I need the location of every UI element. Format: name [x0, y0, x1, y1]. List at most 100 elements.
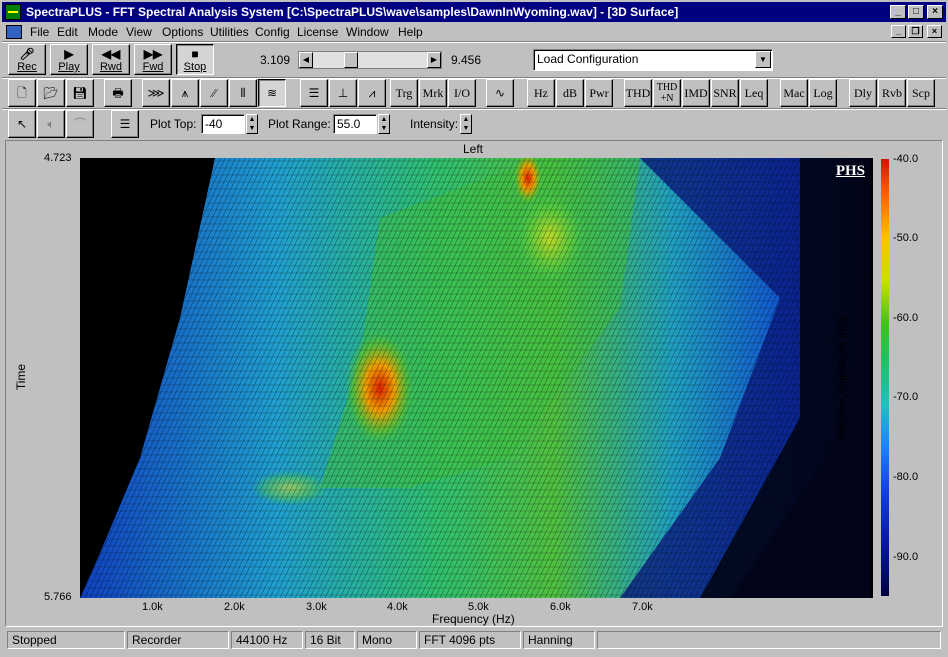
stepper-up-icon[interactable]: ▲: [461, 115, 471, 124]
scroll-right-arrow-icon[interactable]: ▶: [427, 52, 441, 68]
power-button[interactable]: Pwr: [585, 79, 613, 107]
scroll-left-arrow-icon[interactable]: ◀: [299, 52, 313, 68]
save-button[interactable]: 💾︎: [66, 79, 94, 107]
plot-top-stepper[interactable]: ▲ ▼: [246, 114, 258, 134]
menu-options[interactable]: Options: [162, 25, 203, 39]
snr-button[interactable]: SNR: [711, 79, 739, 107]
delay-button[interactable]: Dly: [849, 79, 877, 107]
close-button[interactable]: ×: [927, 5, 943, 19]
menu-config[interactable]: Config: [255, 25, 290, 39]
chevron-down-icon[interactable]: ▼: [755, 51, 771, 68]
time-scrollbar[interactable]: ◀ ▶: [298, 51, 442, 69]
envelope-button[interactable]: ⌒: [66, 110, 94, 138]
stepper-down-icon[interactable]: ▼: [247, 124, 257, 133]
save-disk-icon: 💾︎: [72, 86, 88, 100]
cursor-arrow-icon: ↖: [16, 117, 28, 131]
waveform-icon: ∕∕: [211, 86, 216, 100]
colorbar-tick: -50.0: [893, 232, 919, 244]
scope-button[interactable]: Scp: [907, 79, 935, 107]
forward-button[interactable]: ▶▶ Fwd: [134, 44, 172, 75]
transport-bar: 🎤︎ Rec ▶ Play ◀◀ Rwd ▶▶ Fwd ■ Stop 3.109…: [8, 44, 938, 76]
scale-button[interactable]: ⊥: [329, 79, 357, 107]
axis-scale-icon: ⊥: [337, 86, 349, 100]
menu-window[interactable]: Window: [346, 25, 389, 39]
leq-button[interactable]: Leq: [740, 79, 768, 107]
hz-button[interactable]: Hz: [527, 79, 555, 107]
menu-edit[interactable]: Edit: [57, 25, 78, 39]
stepper-down-icon[interactable]: ▼: [461, 124, 471, 133]
settings-button[interactable]: ☰: [300, 79, 328, 107]
spectrum-button[interactable]: ⩚: [171, 79, 199, 107]
config-dropdown[interactable]: Load Configuration ▼: [533, 49, 773, 71]
y-bottom-label: 5.766: [44, 591, 72, 603]
menu-help[interactable]: Help: [398, 25, 423, 39]
y-axis-label: Time: [14, 363, 28, 391]
plot-properties-button[interactable]: ☰: [111, 110, 139, 138]
reverb-button[interactable]: Rvb: [878, 79, 906, 107]
stepper-up-icon[interactable]: ▲: [379, 115, 389, 124]
pointer-button[interactable]: ↖: [8, 110, 36, 138]
3d-surface-button[interactable]: ≋: [258, 79, 286, 107]
macro-button[interactable]: Mac: [780, 79, 808, 107]
spectrogram-button[interactable]: ⦀: [229, 79, 257, 107]
colorbar-tick: -60.0: [893, 312, 919, 324]
x-tick: 2.0k: [224, 601, 245, 613]
menu-file[interactable]: File: [30, 25, 49, 39]
properties-list-icon: ☰: [119, 117, 131, 131]
stop-button[interactable]: ■ Stop: [176, 44, 214, 75]
document-icon[interactable]: [6, 25, 22, 39]
plot-range-input[interactable]: 55.0: [333, 114, 377, 134]
plot-top-label: Plot Top:: [150, 117, 197, 131]
menu-license[interactable]: License: [297, 25, 338, 39]
print-button[interactable]: 🖶︎: [104, 79, 132, 107]
menu-view[interactable]: View: [126, 25, 152, 39]
thd-button[interactable]: THD: [624, 79, 652, 107]
menu-mode[interactable]: Mode: [88, 25, 118, 39]
menu-bar: File Edit Mode View Options Utilities Co…: [2, 22, 946, 42]
intensity-label: Intensity:: [410, 117, 459, 131]
open-file-button[interactable]: 📂︎: [37, 79, 65, 107]
status-fft-size: FFT 4096 pts: [419, 631, 521, 649]
menu-utilities[interactable]: Utilities: [210, 25, 249, 39]
waveform-button[interactable]: ∕∕: [200, 79, 228, 107]
intensity-stepper[interactable]: ▲ ▼: [460, 114, 472, 134]
scroll-thumb[interactable]: [344, 52, 358, 68]
mdi-restore-button[interactable]: ❐: [908, 25, 923, 38]
time-start-label: 3.109: [260, 53, 291, 67]
microphone-icon: 🎤︎: [19, 47, 35, 61]
speaker-button[interactable]: 🔈︎: [37, 110, 65, 138]
marker-button[interactable]: Mrk: [419, 79, 447, 107]
surface-plot[interactable]: PHS: [80, 158, 873, 598]
play-button[interactable]: ▶ Play: [50, 44, 88, 75]
status-bit-depth: 16 Bit: [305, 631, 355, 649]
app-window: SpectraPLUS - FFT Spectral Analysis Syst…: [0, 0, 948, 657]
db-button[interactable]: dB: [556, 79, 584, 107]
rec-button[interactable]: 🎤︎ Rec: [8, 44, 46, 75]
app-icon[interactable]: [5, 4, 21, 20]
rewind-button[interactable]: ◀◀ Rwd: [92, 44, 130, 75]
mdi-close-button[interactable]: ×: [927, 25, 942, 38]
imd-button[interactable]: IMD: [682, 79, 710, 107]
stepper-up-icon[interactable]: ▲: [247, 115, 257, 124]
plot-top-input[interactable]: -40: [201, 114, 245, 134]
generator-button[interactable]: ∿: [486, 79, 514, 107]
colorbar-tick: -40.0: [893, 153, 919, 165]
trigger-button[interactable]: Trg: [390, 79, 418, 107]
thd-n-button[interactable]: THD +N: [653, 79, 681, 107]
minimize-button[interactable]: _: [890, 5, 906, 19]
io-button[interactable]: I/O: [448, 79, 476, 107]
stepper-down-icon[interactable]: ▼: [379, 124, 389, 133]
peak-button[interactable]: ⩘: [358, 79, 386, 107]
colorbar-tick: -80.0: [893, 471, 919, 483]
colorbar-tick: -90.0: [893, 551, 919, 563]
list-settings-icon: ☰: [308, 86, 320, 100]
title-bar[interactable]: SpectraPLUS - FFT Spectral Analysis Syst…: [2, 2, 946, 22]
new-file-button[interactable]: 🗋︎: [8, 79, 36, 107]
plot-range-stepper[interactable]: ▲ ▼: [378, 114, 390, 134]
mdi-minimize-button[interactable]: _: [891, 25, 906, 38]
new-document-icon: 🗋︎: [17, 86, 27, 100]
maximize-button[interactable]: □: [908, 5, 924, 19]
x-tick: 1.0k: [142, 601, 163, 613]
log-button[interactable]: Log: [809, 79, 837, 107]
overlay-button[interactable]: ⋙: [142, 79, 170, 107]
